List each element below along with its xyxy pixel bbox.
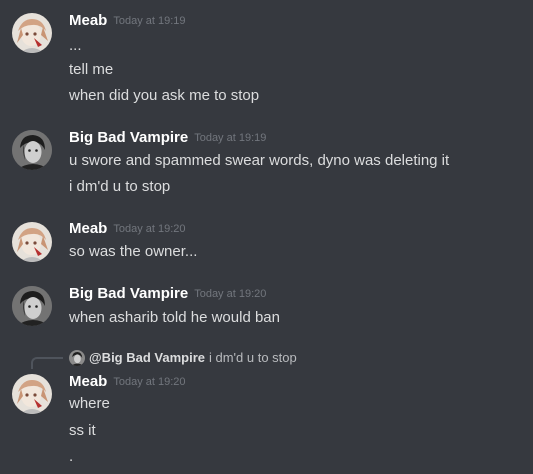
meab-avatar[interactable] — [12, 374, 52, 414]
meab-avatar[interactable] — [12, 222, 52, 262]
timestamp[interactable]: Today at 19:20 — [194, 288, 266, 300]
username[interactable]: Meab — [69, 12, 107, 29]
vampire-avatar[interactable] — [12, 130, 52, 170]
message-text: so was the owner... — [69, 243, 198, 260]
message-text: i dm'd u to stop — [69, 178, 171, 195]
reply-reference[interactable]: @Big Bad Vampire i dm'd u to stop — [0, 347, 533, 369]
vampire-avatar-image — [12, 130, 52, 170]
reply-avatar[interactable] — [69, 350, 85, 366]
message-text: tell me — [69, 61, 114, 78]
message-text: . — [69, 448, 74, 465]
meab-avatar[interactable] — [12, 13, 52, 53]
message-text: when asharib told he would ban — [69, 309, 280, 326]
vampire-avatar-icon — [69, 350, 85, 366]
message-text: where — [69, 395, 110, 412]
message-text: ... — [69, 37, 82, 54]
message-header: Meab Today at 19:20 — [69, 373, 186, 393]
meab-avatar-image — [12, 13, 52, 53]
meab-avatar-image — [12, 374, 52, 414]
vampire-avatar-image — [12, 286, 52, 326]
message-text: ss it — [69, 422, 96, 439]
message-text: when did you ask me to stop — [69, 87, 260, 104]
username[interactable]: Big Bad Vampire — [69, 285, 188, 302]
reply-spine — [31, 357, 63, 369]
message-header: Meab Today at 19:19 — [69, 12, 186, 32]
username[interactable]: Meab — [69, 220, 107, 237]
reply-author[interactable]: @Big Bad Vampire — [89, 350, 205, 365]
vampire-avatar[interactable] — [12, 286, 52, 326]
message-header: Meab Today at 19:20 — [69, 220, 186, 240]
message-header: Big Bad Vampire Today at 19:19 — [69, 129, 266, 149]
timestamp[interactable]: Today at 19:19 — [194, 132, 266, 144]
timestamp[interactable]: Today at 19:19 — [113, 15, 185, 27]
message-header: Big Bad Vampire Today at 19:20 — [69, 285, 266, 305]
username[interactable]: Big Bad Vampire — [69, 129, 188, 146]
username[interactable]: Meab — [69, 373, 107, 390]
timestamp[interactable]: Today at 19:20 — [113, 376, 185, 388]
timestamp[interactable]: Today at 19:20 — [113, 223, 185, 235]
chat-messages: Meab Today at 19:19 ... tell me when did … — [0, 0, 533, 474]
message-text: u swore and spammed swear words, dyno wa… — [69, 152, 450, 169]
meab-avatar-image — [12, 222, 52, 262]
reply-text: @Big Bad Vampire i dm'd u to stop — [89, 350, 297, 366]
reply-content[interactable]: i dm'd u to stop — [209, 350, 297, 365]
